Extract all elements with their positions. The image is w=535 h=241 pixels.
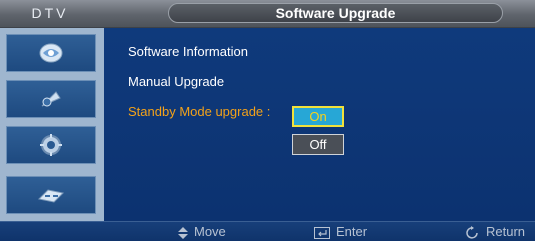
dropdown-option-on[interactable]: On [292,106,344,127]
footer-return: Return [466,222,525,241]
sidebar-item-picture[interactable] [6,34,96,72]
footer-move: Move [178,222,226,241]
setup-icon [40,134,62,156]
footer-return-label: Return [486,224,526,239]
sound-icon [41,91,61,107]
move-arrows-icon [178,226,188,239]
tv-osd-screen: DTV Software Upgrade Software Informatio… [0,0,535,241]
picture-icon [39,43,63,63]
menu-item-standby-mode-upgrade[interactable]: Standby Mode upgrade : [128,104,270,119]
footer-move-label: Move [194,224,226,239]
sidebar-item-input[interactable] [6,176,96,214]
input-icon [37,189,65,203]
footer-enter: Enter [314,222,367,241]
return-icon [466,225,478,239]
menu-item-manual-upgrade[interactable]: Manual Upgrade [128,74,224,89]
enter-icon [314,226,330,239]
page-title: Software Upgrade [275,5,396,21]
sidebar-item-setup[interactable] [6,126,96,164]
footer-bar: Move Enter Return [0,221,535,241]
dropdown-option-off[interactable]: Off [292,134,344,155]
source-label: DTV [31,5,69,21]
sidebar [0,28,104,221]
menu-item-software-information[interactable]: Software Information [128,44,248,59]
footer-enter-label: Enter [336,224,368,239]
sidebar-item-sound[interactable] [6,80,96,118]
header-bar: DTV Software Upgrade [0,0,535,28]
